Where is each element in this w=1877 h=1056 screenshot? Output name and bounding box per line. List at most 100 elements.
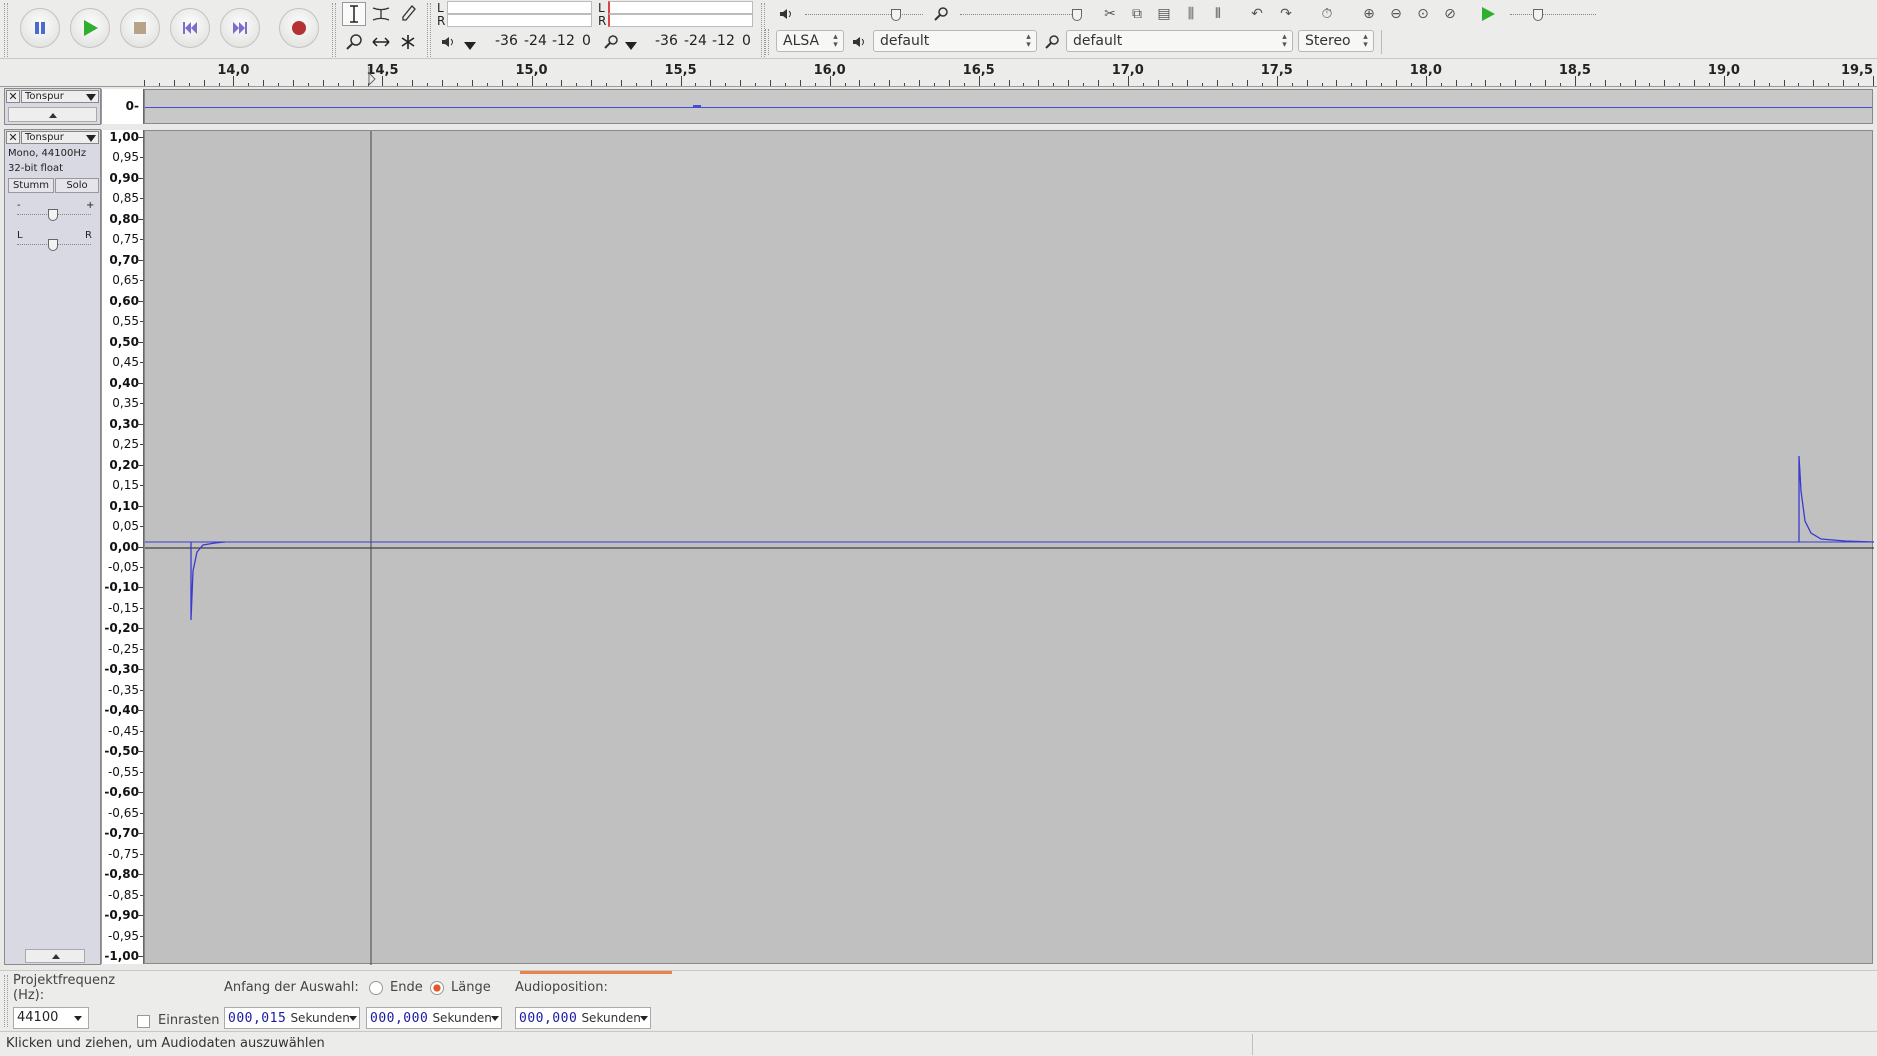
play-speed-slider[interactable]: [1510, 14, 1596, 15]
draw-tool[interactable]: [396, 2, 420, 26]
timeline-ruler[interactable]: 14,0 14,5 15,0 15,5 16,0 16,5 17,0 17,5 18,0 18,5…: [0, 59, 1877, 87]
track-collapse-button[interactable]: [25, 949, 85, 963]
track-close-button[interactable]: ✕: [6, 131, 20, 144]
ruler-tick: [561, 80, 563, 86]
amplitude-label: 0,25: [112, 437, 139, 452]
ruler-tick: [1500, 83, 1502, 86]
record-meter-left[interactable]: [447, 1, 592, 14]
amplitude-tick: [140, 935, 143, 937]
playback-volume-slider[interactable]: [805, 14, 923, 15]
waveform-spike-positive: [1798, 455, 1875, 543]
play-button[interactable]: [70, 8, 110, 48]
channels-value: Stereo: [1305, 33, 1351, 49]
stop-button[interactable]: [120, 8, 160, 48]
playback-meter-scale-0: 0: [582, 33, 591, 49]
amplitude-tick: [140, 730, 143, 732]
ruler-tick: [1410, 83, 1412, 86]
selection-start-label: Anfang der Auswahl:: [224, 980, 359, 995]
snap-checkbox[interactable]: [137, 1015, 150, 1028]
copy-button[interactable]: ⧉: [1126, 3, 1148, 25]
audio-host-select[interactable]: ALSA ▴ ▾: [776, 30, 844, 52]
pause-button[interactable]: [20, 8, 60, 48]
zoom-tool[interactable]: [342, 30, 366, 54]
pan-slider-thumb[interactable]: [48, 239, 58, 251]
zoom-in-button[interactable]: ⊕: [1358, 3, 1380, 25]
track-expand-button[interactable]: [8, 107, 97, 122]
length-radio[interactable]: [430, 981, 444, 995]
amplitude-tick: [140, 894, 143, 896]
amplitude-label: 0,15: [112, 478, 139, 493]
playback-device-select[interactable]: default ▴ ▾: [873, 30, 1037, 52]
skip-to-start-button[interactable]: [170, 8, 210, 48]
skip-to-end-button[interactable]: [220, 8, 260, 48]
selection-start-time[interactable]: 000,015 Sekunden: [224, 1007, 360, 1029]
ruler-tick: [1709, 83, 1711, 86]
toolbar-grip[interactable]: [332, 3, 336, 57]
fit-project-button[interactable]: ⊘: [1439, 3, 1461, 25]
playback-meter-right[interactable]: [608, 14, 753, 27]
envelope-tool[interactable]: [369, 2, 393, 26]
amplitude-ruler[interactable]: 1,00 0,95 0,90 0,85 0,80 0,75 0,70 0,65 0,60 0,55…: [101, 130, 144, 964]
track-name-menu[interactable]: Tonspur: [21, 90, 99, 103]
fit-selection-button[interactable]: ⊙: [1412, 3, 1434, 25]
track-name-menu[interactable]: Tonspur: [21, 131, 99, 144]
amplitude-label: -0,80: [104, 867, 139, 882]
track-close-button[interactable]: ✕: [6, 90, 20, 103]
record-button[interactable]: [279, 8, 319, 48]
cut-button[interactable]: ✂: [1099, 3, 1121, 25]
playback-volume-thumb[interactable]: [891, 9, 901, 21]
record-meter-right[interactable]: [447, 14, 592, 27]
toolbar-grip[interactable]: [4, 3, 8, 57]
selection-length-time[interactable]: 000,000 Sekunden: [366, 1007, 502, 1029]
toolbar-grip[interactable]: [4, 975, 8, 1027]
ruler-tick: [725, 83, 727, 86]
end-radio[interactable]: [369, 981, 383, 995]
amplitude-tick: [137, 587, 143, 589]
ruler-tick: [874, 83, 876, 86]
silence-button[interactable]: ⫴: [1207, 3, 1229, 25]
selection-tool[interactable]: [342, 2, 366, 26]
amplitude-tick: [137, 341, 143, 343]
audio-position-time[interactable]: 000,000 Sekunden: [515, 1007, 651, 1029]
amplitude-tick: [140, 157, 143, 159]
time-shift-tool[interactable]: [369, 30, 393, 54]
amplitude-tick: [137, 956, 143, 957]
ruler-tick: [591, 80, 593, 86]
amplitude-tick: [137, 669, 143, 671]
ruler-tick: [457, 83, 458, 86]
redo-button[interactable]: ↷: [1275, 3, 1297, 25]
solo-button[interactable]: Solo: [55, 178, 99, 193]
channels-select[interactable]: Stereo ▴ ▾: [1298, 30, 1374, 52]
ruler-tick: [1381, 83, 1383, 86]
selection-length-value: 000,000: [370, 1011, 429, 1026]
paste-button[interactable]: ▤: [1153, 3, 1175, 25]
ruler-tick: [397, 83, 399, 86]
undo-button[interactable]: ↶: [1246, 3, 1268, 25]
trim-button[interactable]: ⫼: [1180, 3, 1202, 25]
record-device-select[interactable]: default ▴ ▾: [1066, 30, 1293, 52]
record-volume-slider[interactable]: [960, 14, 1080, 15]
play-at-speed-button[interactable]: [1477, 3, 1499, 25]
play-head-marker[interactable]: [368, 67, 376, 86]
waveform-mini[interactable]: [144, 89, 1873, 124]
waveform-area[interactable]: [144, 130, 1875, 965]
play-speed-thumb[interactable]: [1533, 9, 1543, 21]
amplitude-label: -0,70: [104, 826, 139, 841]
meter-right-label: R: [437, 14, 446, 28]
amplitude-tick: [137, 137, 143, 138]
multi-tool[interactable]: [396, 30, 420, 54]
track-info-format: 32-bit float: [8, 163, 64, 174]
record-meter-menu-dropdown[interactable]: [620, 35, 642, 57]
mute-button[interactable]: Stumm: [8, 178, 54, 193]
playback-meter-menu-dropdown[interactable]: [459, 35, 481, 57]
project-rate-select[interactable]: 44100: [13, 1007, 89, 1029]
amplitude-label: 0,70: [109, 252, 139, 267]
playback-meter-left[interactable]: [608, 1, 753, 14]
toolbar-grip[interactable]: [427, 3, 431, 57]
gain-slider-thumb[interactable]: [48, 209, 58, 221]
toolbar-grip[interactable]: [765, 29, 769, 55]
zoom-out-button[interactable]: ⊖: [1385, 3, 1407, 25]
sync-lock-button[interactable]: ⏱: [1316, 3, 1338, 25]
record-volume-thumb[interactable]: [1072, 9, 1082, 21]
ruler-tick: [1291, 83, 1293, 86]
